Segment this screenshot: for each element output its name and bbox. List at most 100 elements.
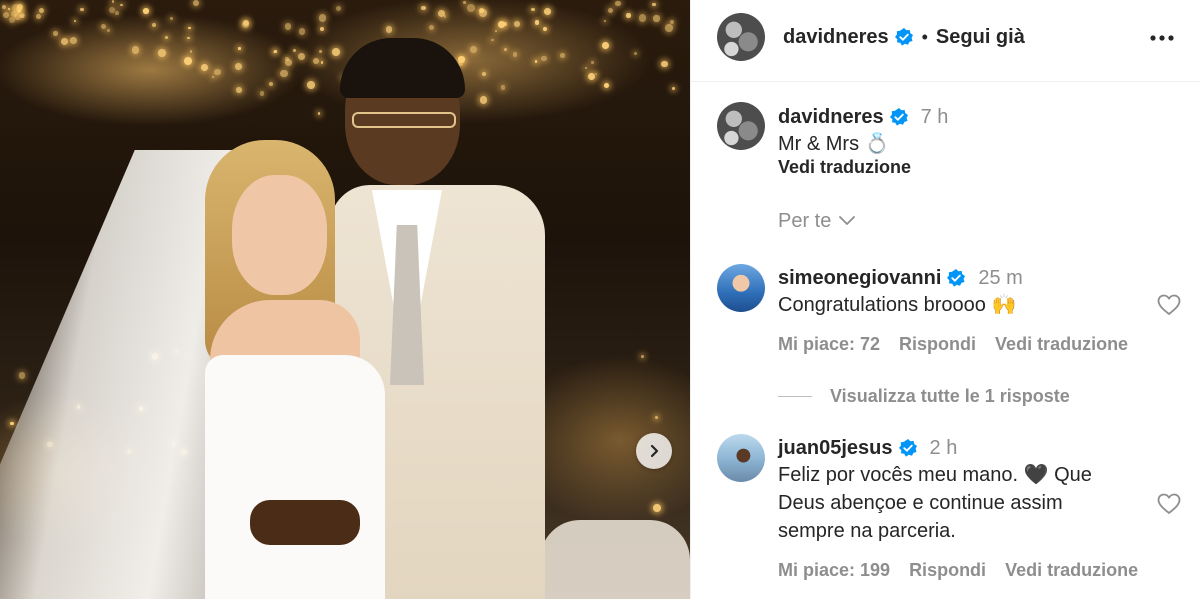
comment-username[interactable]: simeonegiovanni — [778, 267, 941, 290]
bokeh-light — [285, 23, 292, 30]
bokeh-light — [120, 3, 123, 7]
bokeh-light — [495, 30, 498, 33]
caption-username[interactable]: davidneres — [778, 106, 884, 129]
bokeh-light — [602, 42, 610, 49]
bokeh-light — [466, 4, 475, 13]
verified-badge-icon — [894, 28, 913, 46]
bokeh-light — [158, 49, 166, 57]
bokeh-light — [604, 20, 607, 23]
photo-groom-glasses — [352, 112, 456, 128]
more-horizontal-icon[interactable] — [1149, 28, 1175, 48]
bokeh-light — [608, 8, 613, 13]
bokeh-light — [213, 68, 221, 76]
verified-badge-icon — [889, 108, 908, 126]
comment-likes[interactable]: Mi piace: 199 — [778, 560, 890, 581]
bokeh-light — [653, 15, 660, 22]
bokeh-light — [35, 14, 41, 19]
bokeh-light — [235, 87, 242, 93]
bokeh-light — [480, 96, 488, 104]
bokeh-light — [541, 55, 548, 62]
bokeh-light — [170, 17, 174, 20]
header-username[interactable]: davidneres — [783, 26, 889, 49]
bokeh-light — [500, 85, 506, 90]
bokeh-light — [187, 26, 191, 30]
next-photo-button[interactable] — [636, 433, 672, 469]
heart-outline-icon[interactable] — [1157, 294, 1181, 316]
bokeh-light — [587, 72, 596, 81]
comment-text-line-3: sempre na parceria. — [778, 520, 956, 542]
comment-time: 25 m — [978, 266, 1023, 289]
bokeh-light — [10, 10, 17, 17]
comment-translate-link[interactable]: Vedi traduzione — [995, 334, 1128, 355]
comment-username[interactable]: juan05jesus — [778, 437, 893, 460]
bokeh-light — [111, 0, 115, 3]
photo-chairs — [540, 520, 690, 599]
comment-time: 2 h — [929, 436, 958, 459]
bokeh-light — [2, 4, 7, 9]
bokeh-light — [653, 503, 662, 512]
bokeh-light — [3, 12, 10, 18]
author-avatar[interactable] — [717, 13, 765, 61]
bokeh-light — [615, 0, 621, 7]
chevron-right-icon — [650, 444, 659, 458]
sort-dropdown[interactable]: Per te — [778, 207, 856, 235]
bokeh-light — [114, 10, 119, 15]
header-separator: • — [921, 26, 928, 47]
bokeh-light — [534, 20, 540, 25]
comment-text: Congratulations broooo 🙌 — [778, 294, 1017, 316]
bokeh-light — [469, 46, 477, 54]
bokeh-light — [74, 19, 77, 23]
bokeh-light — [200, 64, 208, 72]
comment-likes[interactable]: Mi piace: 72 — [778, 334, 880, 355]
bokeh-light — [421, 5, 426, 11]
bokeh-light — [19, 12, 25, 19]
bokeh-light — [165, 35, 169, 40]
caption-translate-link[interactable]: Vedi traduzione — [778, 153, 911, 181]
heart-outline-icon[interactable] — [1157, 493, 1181, 515]
post-header: davidneres • Segui già — [691, 0, 1200, 82]
view-replies-label: Visualizza tutte le 1 risposte — [830, 385, 1070, 406]
bokeh-light — [559, 53, 565, 58]
view-replies-button[interactable]: Visualizza tutte le 1 risposte — [778, 383, 1070, 409]
verified-badge-icon — [947, 269, 966, 287]
bokeh-light — [641, 354, 645, 358]
bokeh-light — [151, 22, 156, 27]
post-photo[interactable] — [0, 0, 690, 599]
bokeh-light — [531, 7, 535, 12]
photo-groom-hair — [340, 38, 465, 98]
caption-avatar[interactable] — [717, 102, 765, 150]
bokeh-light — [335, 6, 341, 12]
comment-avatar[interactable] — [717, 434, 765, 482]
bokeh-light — [503, 22, 507, 26]
comment-translate-link[interactable]: Vedi traduzione — [1005, 560, 1138, 581]
post-sidebar: davidneres • Segui già davidneres 7 h Mr… — [690, 0, 1200, 599]
bokeh-light — [108, 6, 115, 13]
bokeh-light — [234, 62, 242, 70]
bokeh-light — [132, 46, 140, 54]
chevron-down-icon — [839, 216, 856, 225]
bokeh-light — [280, 69, 289, 78]
bokeh-light — [428, 24, 435, 31]
bokeh-light — [317, 112, 321, 116]
bokeh-light — [437, 10, 445, 18]
bokeh-light — [512, 51, 518, 57]
bokeh-light — [298, 53, 306, 61]
bokeh-light — [237, 46, 241, 50]
bokeh-light — [604, 83, 610, 89]
bokeh-light — [60, 37, 69, 45]
bokeh-light — [652, 3, 656, 7]
bokeh-light — [241, 20, 249, 28]
bokeh-light — [514, 20, 520, 27]
follow-status-button[interactable]: Segui già — [936, 26, 1025, 49]
reply-button[interactable]: Rispondi — [899, 334, 976, 355]
bokeh-light — [101, 23, 107, 29]
bokeh-light — [661, 60, 668, 68]
comment-avatar[interactable] — [717, 264, 765, 312]
bokeh-light — [479, 9, 487, 17]
reply-button[interactable]: Rispondi — [909, 560, 986, 581]
comment-text-line-1: Feliz por vocês meu mano. 🖤 Que — [778, 464, 1092, 486]
bokeh-light — [211, 75, 214, 78]
bokeh-light — [10, 421, 15, 426]
bokeh-light — [107, 28, 111, 32]
bokeh-light — [16, 8, 21, 13]
